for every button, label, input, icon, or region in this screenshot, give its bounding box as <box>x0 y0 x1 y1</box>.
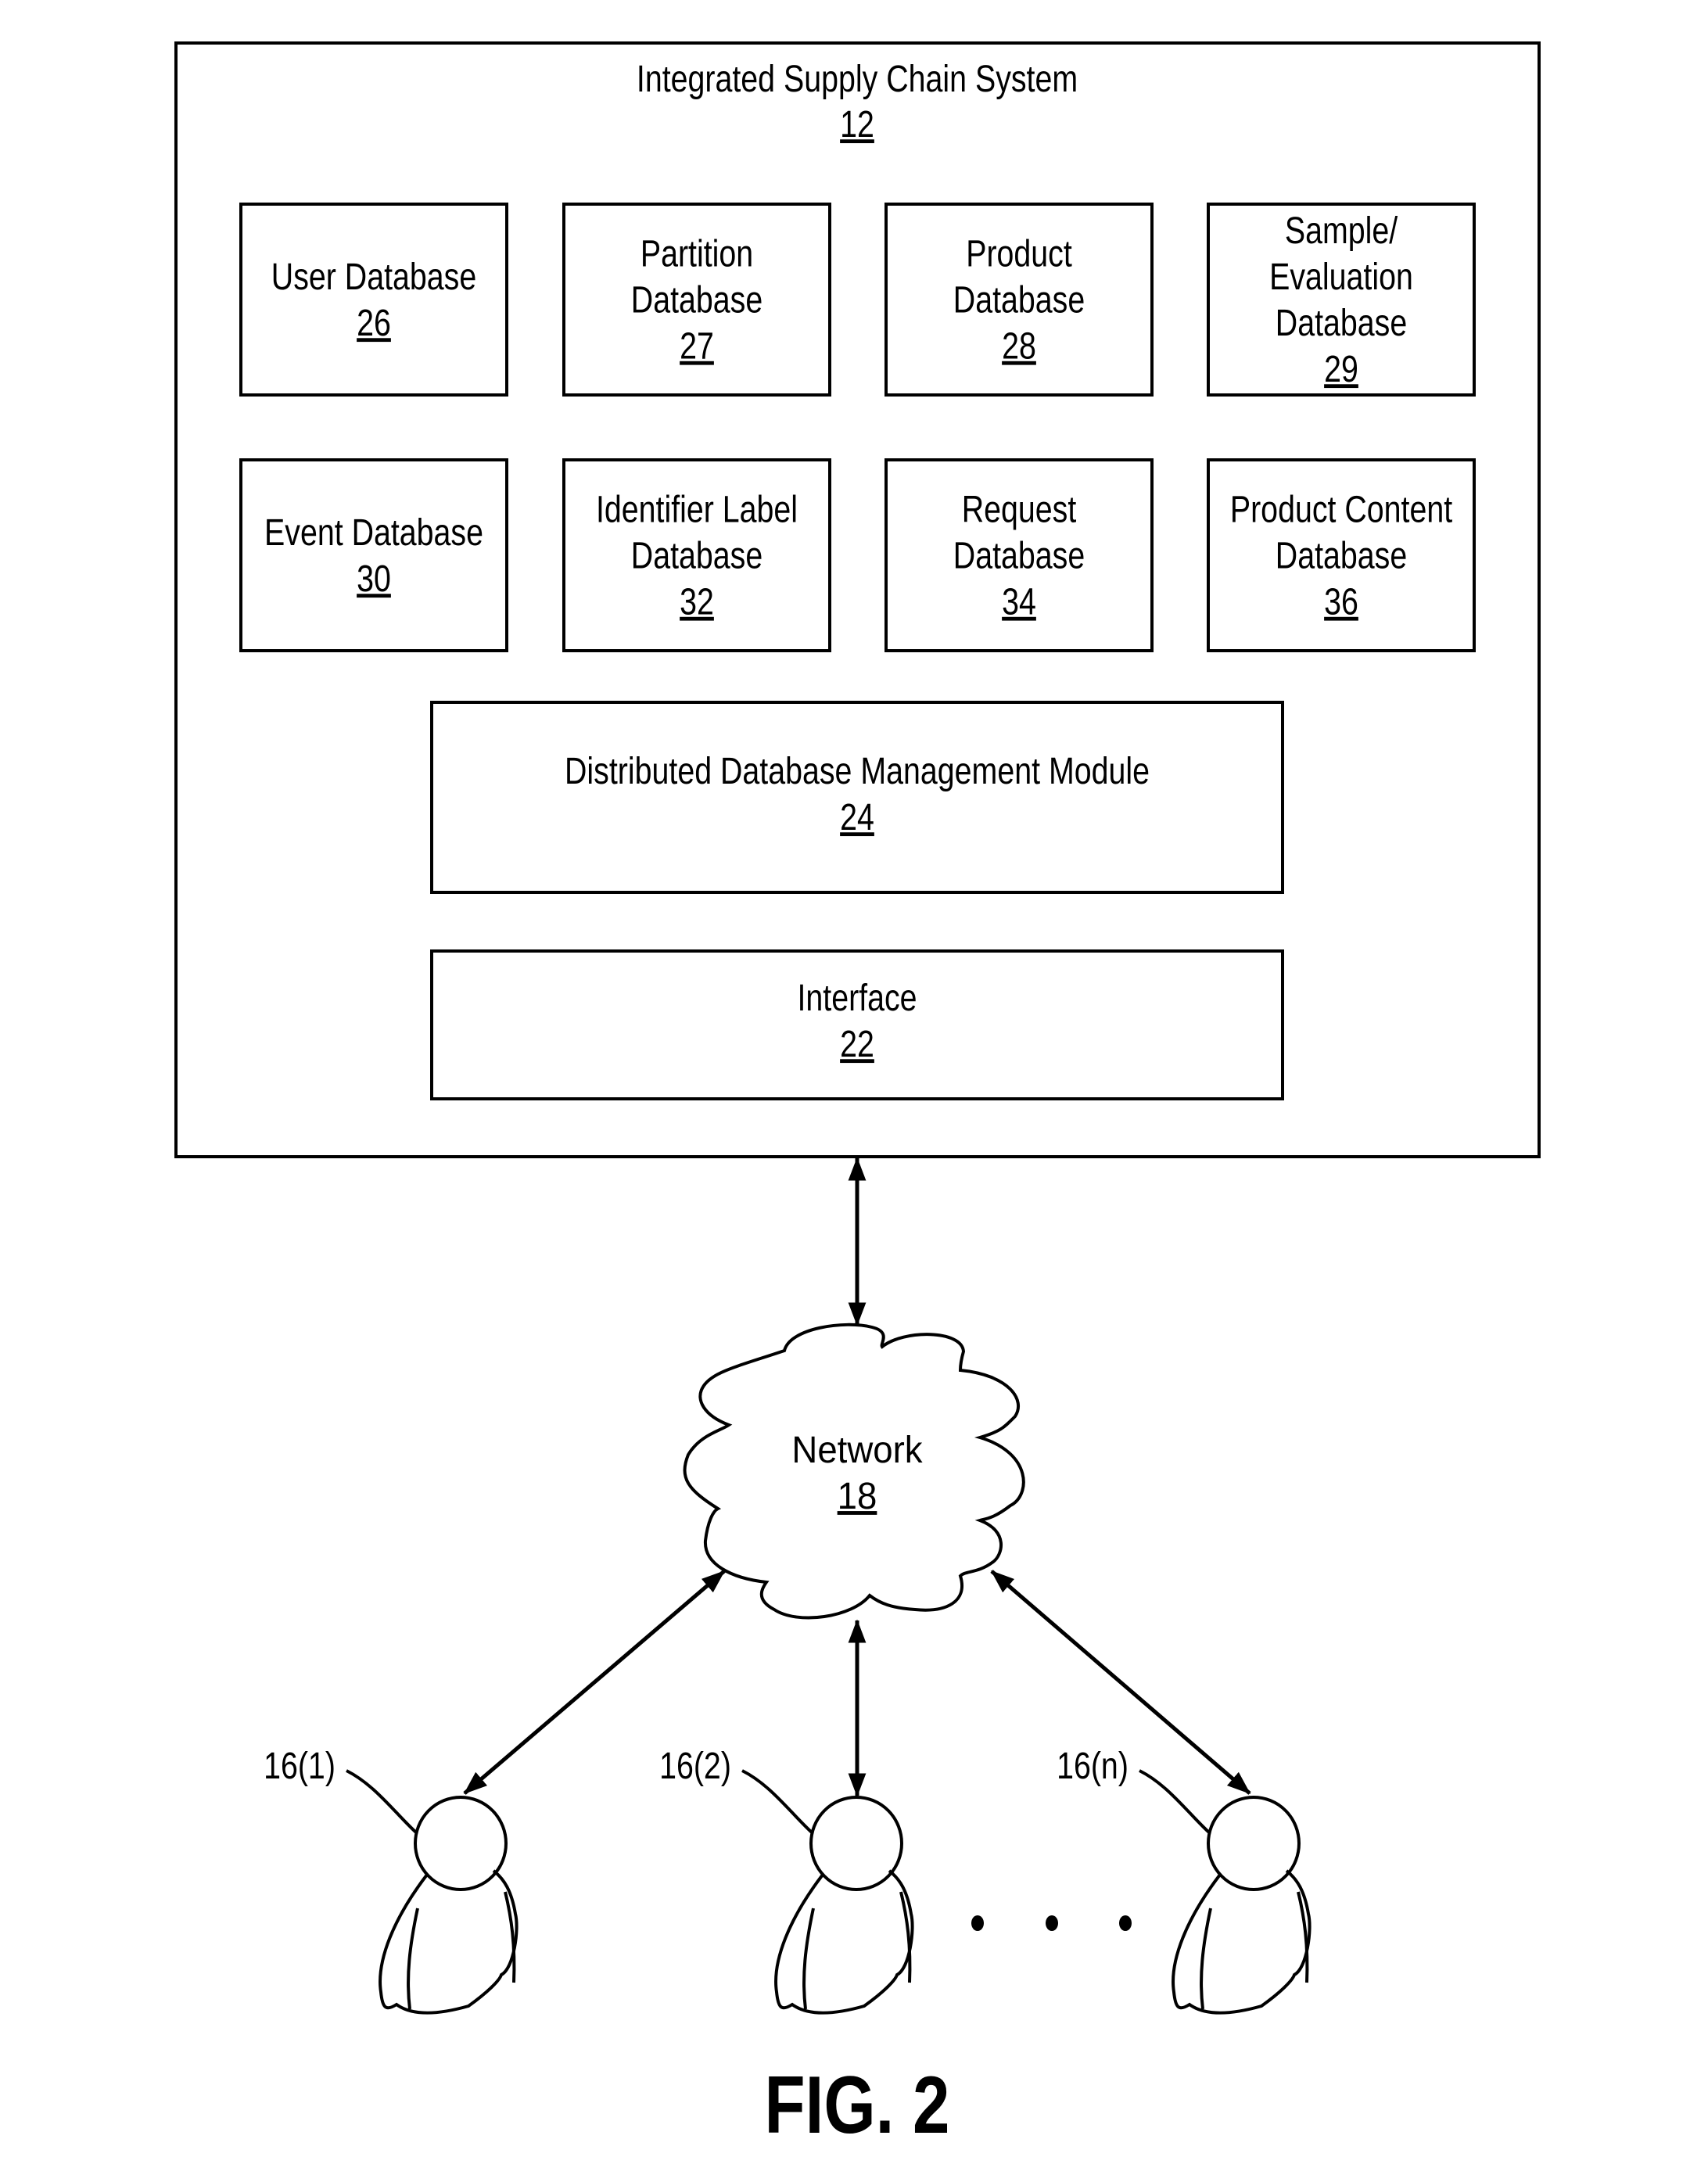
management-module-title: Distributed Database Management Module <box>565 750 1150 792</box>
database-name-line: Database <box>631 279 762 321</box>
database-name-line: Evaluation <box>1269 256 1413 298</box>
database-ref: 28 <box>1002 325 1036 368</box>
user-leader-line <box>346 1769 418 1834</box>
management-module: Distributed Database Management Module 2… <box>430 701 1284 894</box>
diagram-canvas: Integrated Supply Chain System 12 User D… <box>174 41 1541 2151</box>
interface-title: Interface <box>797 977 917 1019</box>
user-group: 16(1) 16(2) 16(n) <box>264 1745 1312 2015</box>
user-label: 16(1) <box>264 1745 336 1787</box>
database-box: Identifier LabelDatabase32 <box>562 458 831 652</box>
database-name-line: Request <box>962 489 1077 531</box>
person-head <box>809 1796 903 1891</box>
management-module-ref: 24 <box>840 796 874 838</box>
person-head <box>1207 1796 1301 1891</box>
person-icon <box>774 1796 914 2015</box>
database-ref: 32 <box>680 581 714 623</box>
ellipsis-dot <box>1046 1915 1058 1931</box>
database-name-line: Product <box>966 233 1072 275</box>
user-label: 16(2) <box>659 1745 731 1787</box>
network-ref: 18 <box>838 1475 877 1516</box>
database-box-frame <box>239 203 508 397</box>
ellipsis <box>971 1915 1132 1931</box>
ellipsis-dot <box>1119 1915 1132 1931</box>
ellipsis-dot <box>971 1915 984 1931</box>
database-ref: 34 <box>1002 581 1036 623</box>
figure-label: FIG. 2 <box>765 2060 950 2151</box>
user: 16(2) <box>659 1745 914 2015</box>
database-box-frame <box>239 458 508 652</box>
person-fold-left <box>407 1908 419 2010</box>
database-name-line: Sample/ <box>1285 210 1398 252</box>
network-title: Network <box>791 1429 923 1470</box>
database-box: Product ContentDatabase36 <box>1207 458 1476 652</box>
database-ref: 26 <box>357 302 391 344</box>
interface-ref: 22 <box>840 1023 874 1065</box>
database-name-line: Database <box>1276 535 1407 577</box>
database-box: Event Database30 <box>239 458 508 652</box>
user-leader-line <box>741 1769 813 1834</box>
user: 16(n) <box>1057 1745 1312 2015</box>
database-ref: 30 <box>357 558 391 600</box>
interface: Interface 22 <box>430 949 1284 1100</box>
database-name-line: Product Content <box>1230 489 1452 531</box>
person-icon <box>1172 1796 1312 2015</box>
database-name-line: Identifier Label <box>596 489 798 531</box>
person-body <box>1172 1869 1312 2015</box>
system-ref: 12 <box>840 103 874 145</box>
person-fold-left <box>802 1908 815 2010</box>
person-body <box>379 1869 518 2015</box>
database-box: RequestDatabase34 <box>884 458 1154 652</box>
database-ref: 29 <box>1324 348 1358 390</box>
database-box: Sample/EvaluationDatabase29 <box>1207 203 1476 397</box>
database-box: PartitionDatabase27 <box>562 203 831 397</box>
person-icon <box>379 1796 518 2015</box>
person-fold-left <box>1200 1908 1212 2010</box>
person-body <box>774 1869 914 2015</box>
user: 16(1) <box>264 1745 518 2015</box>
database-name-line: User Database <box>271 256 476 298</box>
database-name-line: Database <box>631 535 762 577</box>
database-name-line: Database <box>953 535 1085 577</box>
database-box: ProductDatabase28 <box>884 203 1154 397</box>
user-label: 16(n) <box>1057 1745 1128 1787</box>
cloud-icon <box>683 1323 1025 1620</box>
person-head <box>414 1796 508 1891</box>
database-name-line: Event Database <box>264 511 483 554</box>
database-ref: 27 <box>680 325 714 368</box>
system-title: Integrated Supply Chain System <box>637 58 1078 100</box>
database-name-line: Database <box>1276 302 1407 344</box>
database-box: User Database26 <box>239 203 508 397</box>
network: Network 18 <box>683 1323 1025 1620</box>
database-name-line: Partition <box>640 233 753 275</box>
user-leader-line <box>1139 1769 1211 1834</box>
database-ref: 36 <box>1324 581 1358 623</box>
database-name-line: Database <box>953 279 1085 321</box>
